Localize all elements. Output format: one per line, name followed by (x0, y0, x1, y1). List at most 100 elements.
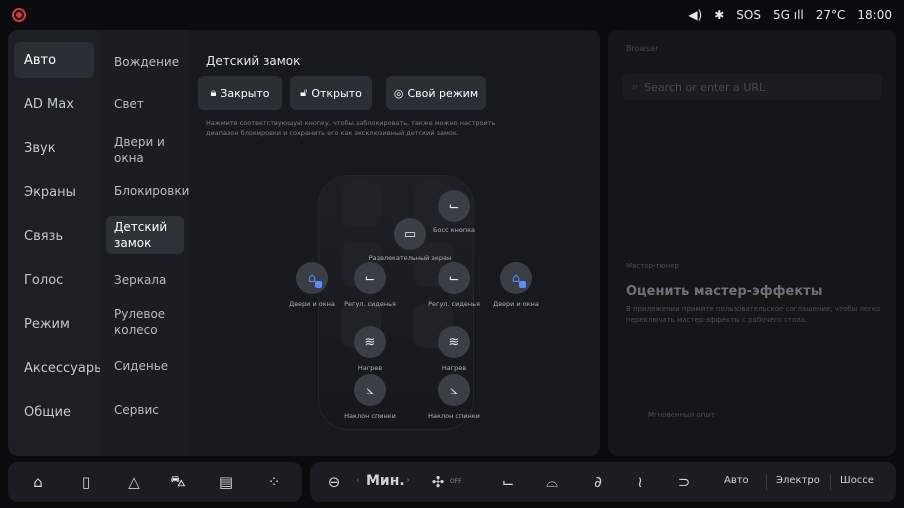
headlight-icon[interactable]: ⊃ (674, 472, 694, 492)
settings-panel: Авто AD Max Звук Экраны Связь Голос Режи… (8, 30, 600, 456)
temperature: 27°C (815, 8, 846, 22)
clock: 18:00 (857, 8, 892, 22)
child-lock-content: Детский замок 🔒︎ Закрыто 🔓︎ Открыто ◎ Св… (188, 30, 600, 456)
fan-increase-icon[interactable]: › (406, 475, 410, 486)
boss-button-label: Босс кнопка (433, 226, 475, 234)
car-settings-icon[interactable]: ⛍ (168, 472, 188, 492)
master-tuner-title[interactable]: Оценить мастер-эффекты (626, 284, 822, 299)
heating-right-label: Нагрев (441, 364, 467, 372)
closed-button[interactable]: 🔒︎ Закрыто (198, 76, 282, 110)
lock-open-icon: 🔓︎ (300, 86, 308, 99)
recline-left-toggle[interactable]: ⦣ (354, 374, 386, 406)
apps-grid-icon[interactable]: ⁘ (264, 472, 284, 492)
nav-item-accessories[interactable]: Аксессуары (14, 350, 104, 386)
nav-item-connection[interactable]: Связь (14, 218, 94, 254)
browser-search-field[interactable]: ⌕ Search or enter a URL (622, 74, 882, 100)
lock-icon[interactable]: ⊖ (324, 472, 344, 492)
windshield-defrost-icon[interactable]: ⌓ (542, 472, 562, 492)
brake-warning-icon (12, 8, 26, 22)
sos-label[interactable]: SOS (736, 8, 761, 22)
recline-left-label: Наклон спинки (344, 412, 396, 420)
lock-badge-icon (519, 281, 526, 288)
hint-text: Нажмите соответствующую кнопку, чтобы за… (206, 119, 496, 137)
settings-nav: Авто AD Max Звук Экраны Связь Голос Режи… (8, 30, 104, 456)
heating-left-label: Нагрев (357, 364, 383, 372)
subnav-item-service[interactable]: Сервис (106, 394, 184, 426)
status-bar: ◀) ✱ SOS 5G ıll 27°C 18:00 (0, 0, 904, 30)
nav-item-ad-max[interactable]: AD Max (14, 86, 94, 122)
heating-icon: ≋ (364, 334, 376, 350)
seat-adjust-right-toggle[interactable]: ⌙ (438, 262, 470, 294)
subnav-item-seat[interactable]: Сиденье (106, 350, 184, 382)
doors-windows-right-toggle[interactable]: ⌂ (500, 262, 532, 294)
seat-heat-icon[interactable]: ⌙ (498, 472, 518, 492)
page-title: Детский замок (206, 54, 301, 68)
heating-icon: ≋ (448, 334, 460, 350)
recline-right-label: Наклон спинки (428, 412, 480, 420)
lock-closed-icon: 🔒︎ (210, 86, 217, 99)
bluetooth-icon[interactable]: ✱ (714, 8, 724, 22)
subnav-item-mirrors[interactable]: Зеркала (106, 264, 184, 296)
seat-adjust-left-toggle[interactable]: ⌙ (354, 262, 386, 294)
drive-mode-electric[interactable]: Электро (776, 475, 820, 486)
seat-adjust-left-label: Регул. сиденья (344, 300, 396, 308)
nav-item-auto[interactable]: Авто (14, 42, 94, 78)
open-button[interactable]: 🔓︎ Открыто (290, 76, 372, 110)
app-dock: ⌂ ▯ △ ⛍ ▤ ⁘ (8, 462, 302, 502)
subnav-item-child-lock[interactable]: Детский замок (106, 216, 184, 254)
recline-right-toggle[interactable]: ⦣ (438, 374, 470, 406)
network-indicator: 5G ıll (772, 8, 804, 22)
custom-mode-button[interactable]: ◎ Свой режим (386, 76, 486, 110)
nav-item-general[interactable]: Общие (14, 394, 94, 430)
master-tuner-desc: В приложении примите пользовательское со… (626, 305, 881, 324)
drive-mode-highway[interactable]: Шоссе (840, 475, 874, 486)
seat-adjust-icon: ⌙ (448, 270, 460, 286)
media-icon[interactable]: ▤ (216, 472, 236, 492)
lock-badge-icon (315, 281, 322, 288)
rear-defrost-icon[interactable]: ≀ (630, 472, 650, 492)
doors-windows-left-toggle[interactable]: ⌂ (296, 262, 328, 294)
status-indicators: ◀) ✱ SOS 5G ıll 27°C 18:00 (688, 8, 892, 22)
fan-icon[interactable]: ✣ (428, 472, 448, 492)
custom-mode-icon: ◎ (393, 86, 404, 100)
seat-adjust-right-label: Регул. сиденья (428, 300, 480, 308)
fan-level[interactable]: Мин. (366, 473, 405, 489)
subnav-item-doors-windows[interactable]: Двери и окна (106, 130, 184, 170)
phone-mirror-icon[interactable]: ▯ (76, 472, 96, 492)
drive-mode-auto[interactable]: Авто (724, 475, 749, 486)
nav-item-sound[interactable]: Звук (14, 130, 94, 166)
search-icon: ⌕ (632, 80, 639, 93)
entertainment-screen-label: Развлекательный экран (368, 254, 452, 262)
recline-icon: ⦣ (366, 382, 374, 398)
recline-icon: ⦣ (450, 382, 458, 398)
right-widget-panel: Browser ⌕ Search or enter a URL Мастер-т… (608, 30, 896, 456)
nav-item-mode[interactable]: Режим (14, 306, 94, 342)
doors-windows-right-label: Двери и окна (493, 300, 539, 308)
climate-dock: ⊖ ‹ Мин. › ✣ OFF ⌙ ⌓ ∂ ≀ ⊃ Авто Электро … (310, 462, 896, 502)
boss-button-toggle[interactable]: ⌙ (438, 190, 470, 222)
divider (830, 474, 831, 490)
nav-item-screens[interactable]: Экраны (14, 174, 94, 210)
subnav-item-steering-wheel[interactable]: Рулевое колесо (106, 302, 184, 342)
browser-widget-label: Browser (626, 44, 659, 53)
steering-heat-icon[interactable]: ∂ (588, 472, 608, 492)
seat-adjust-icon: ⌙ (364, 270, 376, 286)
seat-icon: ⌙ (448, 198, 460, 214)
master-tuner-label: Мастер-тюнер (626, 262, 679, 270)
entertainment-screen-toggle[interactable]: ▭ (394, 218, 426, 250)
navigation-icon[interactable]: △ (124, 472, 144, 492)
subnav-item-locks[interactable]: Блокировки (106, 175, 189, 207)
divider (766, 474, 767, 490)
volume-icon[interactable]: ◀) (688, 8, 702, 22)
screen-icon: ▭ (403, 226, 417, 242)
heating-left-toggle[interactable]: ≋ (354, 326, 386, 358)
subnav-item-driving[interactable]: Вождение (106, 46, 184, 78)
doors-windows-left-label: Двери и окна (289, 300, 335, 308)
fan-decrease-icon[interactable]: ‹ (356, 475, 360, 486)
nav-item-voice[interactable]: Голос (14, 262, 94, 298)
heating-right-toggle[interactable]: ≋ (438, 326, 470, 358)
subnav-item-lights[interactable]: Свет (106, 88, 184, 120)
home-icon[interactable]: ⌂ (28, 472, 48, 492)
instant-experience-label[interactable]: Мгновенный опыт (648, 410, 715, 420)
seat-front-left (341, 182, 381, 226)
